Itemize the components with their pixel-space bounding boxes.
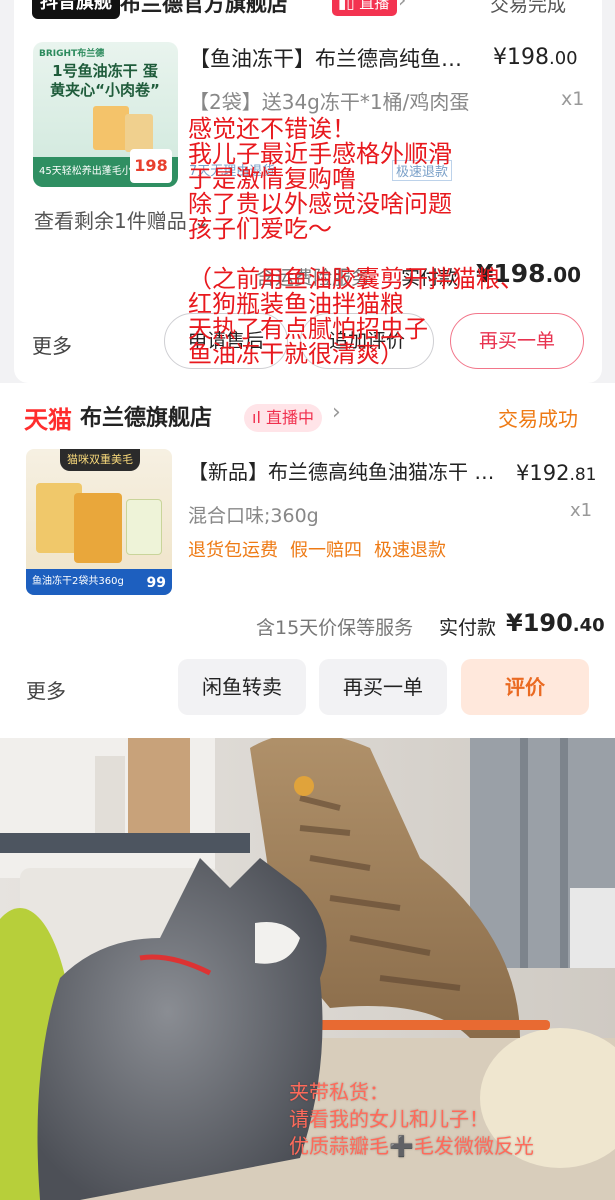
product-quantity: x1 <box>561 88 585 110</box>
product-thumbnail[interactable]: BRIGHT布兰德 1号鱼油冻干 蛋黄夹心“小肉卷” 45天轻松养出蓬毛小猫 1… <box>33 42 178 187</box>
service-tag: 极速退款 <box>374 540 446 561</box>
thumb-price: 99 <box>146 575 166 591</box>
live-icon: ▮▯ <box>338 0 360 12</box>
product-spec: 混合口味;360g <box>188 505 319 527</box>
paid-amount: ¥190.40 <box>506 609 605 637</box>
thumb-price: 198 <box>130 149 172 183</box>
thumb-package <box>74 493 122 563</box>
douyin-flagship-badge: 抖音旗舰 <box>32 0 120 19</box>
thumb-package <box>93 106 129 150</box>
live-label: 直播 <box>359 0 390 12</box>
service-tag: 假一赔四 <box>290 540 362 561</box>
resell-button[interactable]: 闲鱼转卖 <box>178 659 306 715</box>
thumb-headline: 1号鱼油冻干 蛋黄夹心“小肉卷” <box>50 62 160 99</box>
product-price: ¥198.00 <box>493 45 578 70</box>
tmall-logo: 天猫 <box>24 406 72 434</box>
service-tags: 退货包运费 假一赔四 极速退款 <box>188 536 458 562</box>
thumb-top-label: 猫咪双重美毛 <box>60 449 140 471</box>
chevron-right-icon[interactable]: › <box>332 400 341 425</box>
more-button[interactable]: 更多 <box>26 675 66 704</box>
order-status: 交易完成 <box>490 0 567 16</box>
review-button[interactable]: 评价 <box>461 659 589 715</box>
shop-name[interactable]: 布兰德官方旗舰店 <box>120 0 288 18</box>
shop-name[interactable]: 布兰德旗舰店 <box>80 400 212 432</box>
chevron-right-icon[interactable]: › <box>398 0 406 12</box>
thumb-can <box>126 499 162 555</box>
buy-again-button[interactable]: 再买一单 <box>319 659 447 715</box>
guarantee-label: 含15天价保等服务 <box>256 617 414 639</box>
photo-caption: 夹带私货： 请看我的女儿和儿子！ 优质蒜瓣毛➕毛发微微反光 <box>289 1080 534 1158</box>
product-quantity: x1 <box>570 500 593 521</box>
paid-label: 实付款 <box>439 617 497 639</box>
order-status: 交易成功 <box>498 407 578 431</box>
product-title[interactable]: 【鱼油冻干】布兰德高纯鱼… <box>189 42 474 76</box>
service-tag: 退货包运费 <box>188 540 278 561</box>
live-badge[interactable]: ıl 直播中 <box>244 404 322 432</box>
product-title[interactable]: 【新品】布兰德高纯鱼油猫冻干 o… <box>188 455 506 489</box>
tmall-order-card: 天猫 布兰德旗舰店 ıl 直播中 › 交易成功 猫咪双重美毛 鱼油冻干2袋共36… <box>0 383 615 738</box>
view-remaining-gifts[interactable]: 查看剩余1件赠品 ⌄ <box>34 205 210 234</box>
product-spec: 【2袋】送34g冻干*1桶/鸡肉蛋 <box>189 90 470 114</box>
product-thumbnail[interactable]: 猫咪双重美毛 鱼油冻干2袋共360g 99 <box>26 449 172 595</box>
more-button[interactable]: 更多 <box>32 330 72 359</box>
thumb-brand: BRIGHT布兰德 <box>39 49 105 59</box>
live-badge[interactable]: ▮▯ 直播 <box>332 0 398 16</box>
review-overlay-text: 感觉还不错诶！ 我儿子最近手感格外顺滑 于是激情复购噜 除了贵以外感觉没啥问题 … <box>188 115 524 368</box>
thumb-package <box>125 114 153 152</box>
live-icon: ıl <box>252 408 266 427</box>
product-price: ¥192.81 <box>516 461 597 485</box>
